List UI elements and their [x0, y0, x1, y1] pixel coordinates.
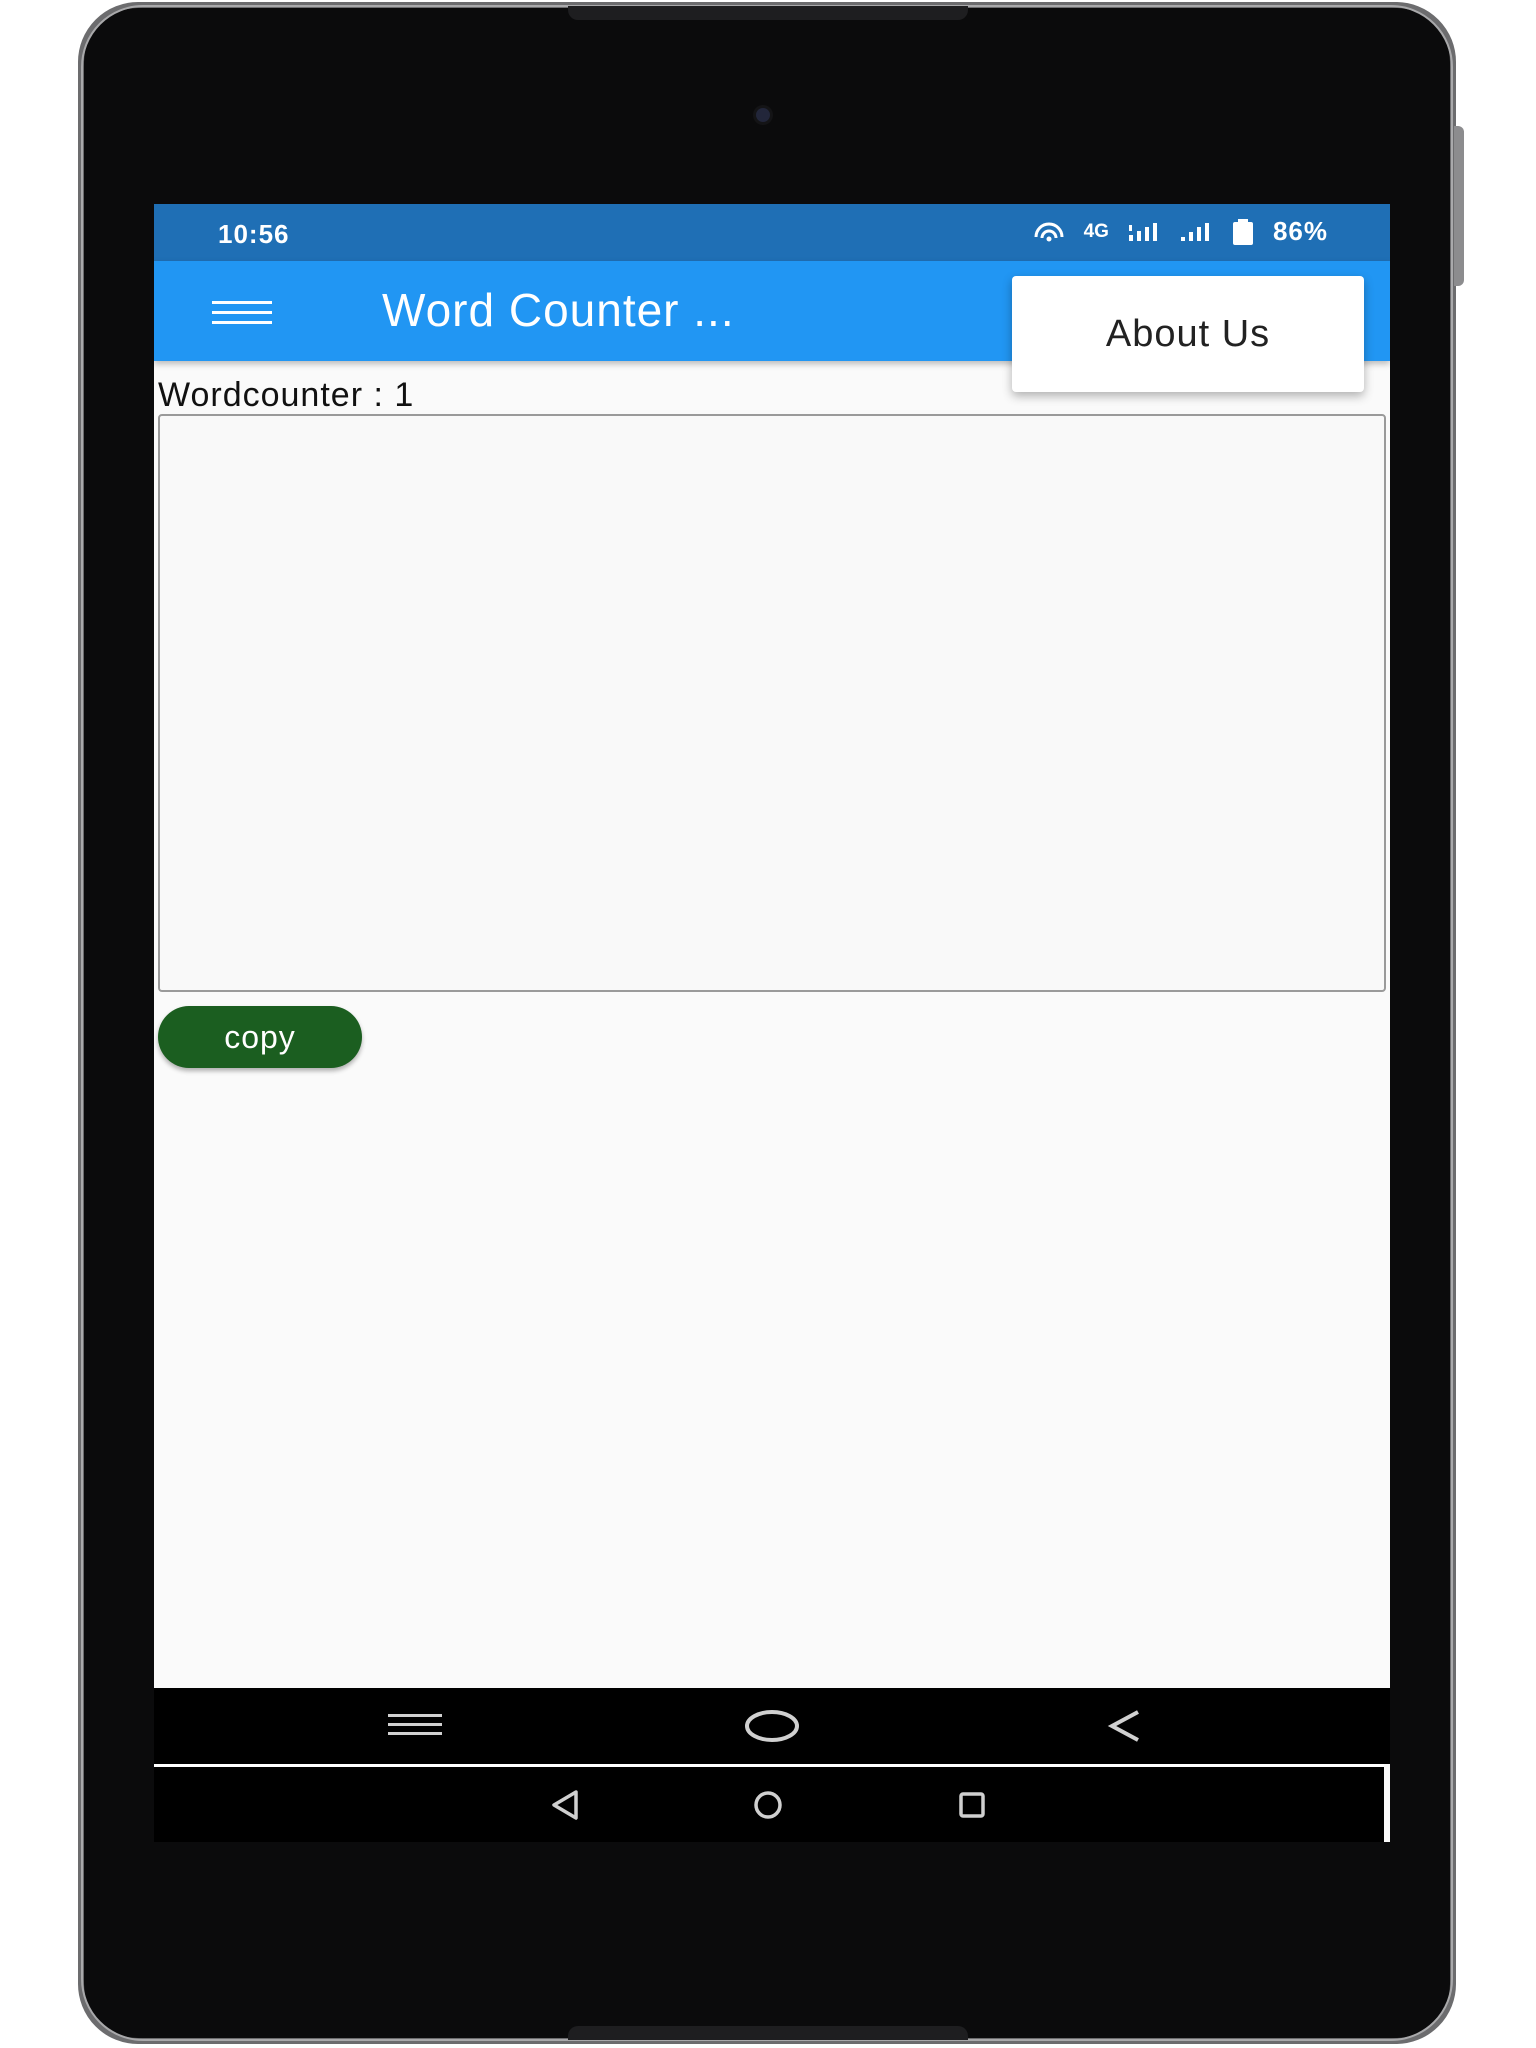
- overflow-menu: About Us: [1012, 276, 1364, 392]
- text-input[interactable]: [158, 414, 1386, 992]
- recents-lines-icon[interactable]: [386, 1710, 444, 1740]
- signal-icon: [1128, 222, 1157, 241]
- network-type: 4G: [1083, 220, 1109, 242]
- home-circle-icon[interactable]: [744, 1708, 800, 1744]
- copy-button[interactable]: copy: [158, 1006, 362, 1068]
- hamburger-menu-icon[interactable]: [212, 301, 272, 325]
- hotspot-icon: [1034, 222, 1064, 241]
- signal-icon: [1180, 222, 1209, 241]
- back-triangle-icon[interactable]: [550, 1789, 580, 1821]
- status-bar: 10:56 4G 86%: [154, 204, 1390, 261]
- word-count-label: Wordcounter : 1: [158, 376, 415, 414]
- device-screen: 10:56 4G 86% Word Counter ... About Us W…: [154, 204, 1390, 1842]
- app-navigation-bar: [154, 1688, 1390, 1764]
- app-title: Word Counter ...: [382, 284, 735, 336]
- system-navigation-bar: [154, 1767, 1384, 1842]
- top-speaker: [568, 6, 968, 20]
- bottom-speaker: [568, 2026, 968, 2040]
- battery-icon: [1232, 218, 1253, 245]
- menu-item-about-us[interactable]: About Us: [1012, 276, 1364, 392]
- front-camera: [756, 108, 770, 122]
- power-button: [1454, 126, 1464, 286]
- status-time: 10:56: [218, 219, 290, 249]
- status-icons: 4G 86%: [1032, 216, 1328, 247]
- overview-square-icon[interactable]: [958, 1791, 986, 1819]
- back-chevron-icon[interactable]: [1106, 1708, 1142, 1744]
- home-circle-icon[interactable]: [752, 1789, 784, 1821]
- battery-percent: 86%: [1272, 216, 1328, 246]
